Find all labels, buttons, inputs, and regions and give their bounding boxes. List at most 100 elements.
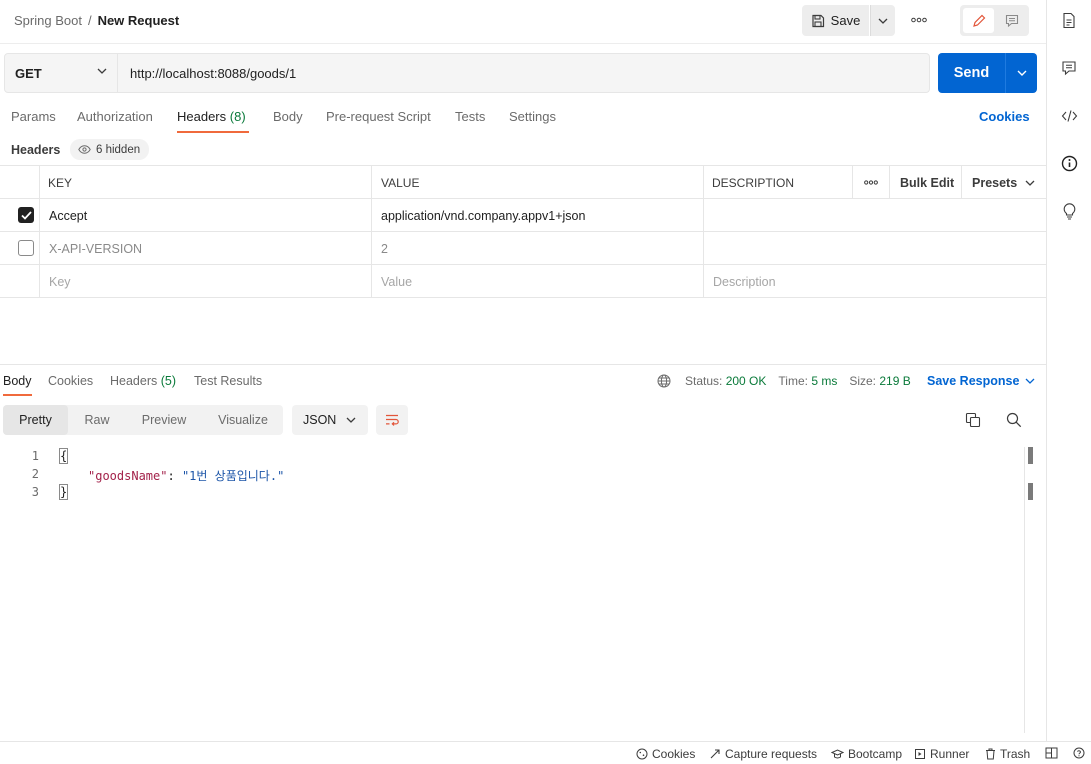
bulk-edit-button[interactable]: Bulk Edit bbox=[900, 166, 954, 199]
size-readout[interactable]: Size: 219 B bbox=[849, 374, 910, 388]
view-visualize-button[interactable]: Visualize bbox=[204, 405, 282, 435]
tab-body[interactable]: Body bbox=[273, 109, 303, 124]
column-header-key: KEY bbox=[48, 175, 73, 190]
runner-icon bbox=[914, 748, 926, 760]
trash-icon bbox=[985, 748, 996, 760]
search-icon bbox=[1005, 411, 1023, 429]
time-readout[interactable]: Time: 5 ms bbox=[778, 374, 837, 388]
search-button[interactable] bbox=[1005, 411, 1023, 429]
line-number: 2 bbox=[31, 467, 39, 481]
code-scrollbar-track[interactable] bbox=[1024, 447, 1025, 733]
format-select[interactable]: JSON bbox=[292, 405, 368, 435]
view-pretty-button[interactable]: Pretty bbox=[3, 405, 68, 435]
header-description-cell[interactable] bbox=[712, 232, 1042, 265]
comments-icon[interactable] bbox=[1061, 60, 1077, 76]
globe-icon[interactable] bbox=[657, 374, 671, 388]
lightbulb-icon[interactable] bbox=[1061, 202, 1078, 220]
response-tab-body[interactable]: Body bbox=[3, 374, 32, 388]
save-response-button[interactable]: Save Response bbox=[927, 374, 1035, 388]
column-options-button[interactable] bbox=[853, 166, 889, 199]
table-row-new: Key Value Description bbox=[0, 265, 1046, 298]
view-raw-button[interactable]: Raw bbox=[70, 405, 124, 435]
header-key-cell[interactable]: Accept bbox=[49, 199, 87, 232]
presets-dropdown[interactable]: Presets bbox=[972, 166, 1035, 199]
wrap-lines-button[interactable] bbox=[376, 405, 408, 435]
format-value: JSON bbox=[303, 413, 337, 427]
capture-icon bbox=[709, 748, 721, 760]
tab-params[interactable]: Params bbox=[11, 109, 56, 124]
code-snippet-icon[interactable] bbox=[1061, 108, 1078, 124]
response-divider[interactable] bbox=[0, 364, 1046, 365]
column-header-description: DESCRIPTION bbox=[712, 175, 795, 190]
json-string-value: "1번 상품입니다." bbox=[181, 469, 285, 483]
documentation-icon[interactable] bbox=[1061, 12, 1077, 29]
response-tab-headers[interactable]: Headers (5) bbox=[110, 374, 176, 388]
hidden-headers-label: 6 hidden bbox=[96, 143, 141, 156]
info-icon[interactable] bbox=[1061, 155, 1078, 172]
header-value-cell[interactable]: 2 bbox=[381, 232, 388, 265]
help-icon[interactable] bbox=[1073, 747, 1085, 759]
more-options-button[interactable] bbox=[909, 13, 929, 27]
new-key-input[interactable]: Key bbox=[49, 265, 71, 298]
active-tab-indicator bbox=[177, 131, 249, 133]
statusbar-runner-label: Runner bbox=[930, 747, 970, 761]
method-select[interactable]: GET bbox=[4, 53, 118, 93]
statusbar-bootcamp-label: Bootcamp bbox=[848, 747, 903, 761]
header-value-cell[interactable]: application/vnd.company.appv1+json bbox=[381, 199, 585, 232]
tab-headers-label: Headers bbox=[177, 109, 227, 124]
statusbar-capture-requests[interactable]: Capture requests bbox=[709, 747, 817, 761]
scrollbar-marker bbox=[1028, 483, 1033, 500]
send-options-button[interactable] bbox=[1005, 53, 1037, 93]
response-meta: Status: 200 OK Time: 5 ms Size: 219 B bbox=[657, 374, 923, 388]
time-label: Time: bbox=[778, 374, 808, 388]
status-readout[interactable]: Status: 200 OK bbox=[685, 374, 766, 388]
method-value: GET bbox=[15, 65, 42, 81]
edit-mode-button[interactable] bbox=[963, 8, 994, 33]
chevron-down-icon bbox=[97, 68, 107, 74]
url-input[interactable]: http://localhost:8088/goods/1 bbox=[118, 53, 930, 93]
send-button[interactable]: Send bbox=[938, 53, 1005, 93]
header-description-cell[interactable] bbox=[712, 199, 1042, 232]
header-enabled-checkbox[interactable] bbox=[18, 240, 34, 256]
new-value-input[interactable]: Value bbox=[381, 265, 412, 298]
header-key-cell[interactable]: X-API-VERSION bbox=[49, 232, 142, 265]
save-label: Save bbox=[830, 13, 861, 28]
comment-mode-button[interactable] bbox=[997, 8, 1026, 33]
breadcrumb-collection[interactable]: Spring Boot bbox=[14, 13, 82, 28]
presets-label: Presets bbox=[972, 175, 1018, 190]
header-enabled-checkbox[interactable] bbox=[18, 207, 34, 223]
save-options-button[interactable] bbox=[870, 5, 895, 36]
tab-tests[interactable]: Tests bbox=[455, 109, 485, 124]
statusbar-cookies[interactable]: Cookies bbox=[636, 747, 695, 761]
column-header-value: VALUE bbox=[381, 175, 420, 190]
breadcrumb-request[interactable]: New Request bbox=[98, 13, 180, 28]
code-line-2: "goodsName": "1번 상품입니다." bbox=[88, 467, 284, 484]
tab-authorization[interactable]: Authorization bbox=[77, 109, 153, 124]
chevron-down-icon bbox=[346, 417, 356, 423]
hidden-headers-toggle[interactable]: 6 hidden bbox=[70, 139, 150, 160]
statusbar-trash[interactable]: Trash bbox=[985, 747, 1030, 761]
statusbar-bootcamp[interactable]: Bootcamp bbox=[831, 747, 902, 761]
tab-pre-request-script[interactable]: Pre-request Script bbox=[326, 109, 431, 124]
statusbar-runner[interactable]: Runner bbox=[914, 747, 969, 761]
save-button[interactable]: Save bbox=[802, 5, 869, 36]
response-tab-headers-label: Headers bbox=[110, 374, 158, 388]
cookies-link[interactable]: Cookies bbox=[979, 109, 1030, 124]
response-tab-headers-count: (5) bbox=[160, 374, 177, 388]
tab-settings[interactable]: Settings bbox=[509, 109, 556, 124]
response-tab-test-results[interactable]: Test Results bbox=[194, 374, 262, 388]
save-response-label: Save Response bbox=[927, 374, 1020, 388]
chevron-down-icon bbox=[878, 18, 888, 24]
time-value: 5 ms bbox=[811, 374, 838, 388]
tab-headers[interactable]: Headers (8) bbox=[177, 109, 246, 124]
new-description-input[interactable]: Description bbox=[713, 265, 776, 298]
chevron-down-icon bbox=[1025, 378, 1035, 384]
wrap-lines-icon bbox=[384, 413, 400, 427]
view-preview-button[interactable]: Preview bbox=[128, 405, 200, 435]
layout-toggle-icon[interactable] bbox=[1045, 747, 1058, 759]
copy-button[interactable] bbox=[964, 411, 982, 429]
headers-section-title: Headers bbox=[11, 143, 61, 157]
statusbar-capture-label: Capture requests bbox=[725, 747, 818, 761]
save-icon bbox=[811, 14, 825, 28]
response-tab-cookies[interactable]: Cookies bbox=[48, 374, 93, 388]
